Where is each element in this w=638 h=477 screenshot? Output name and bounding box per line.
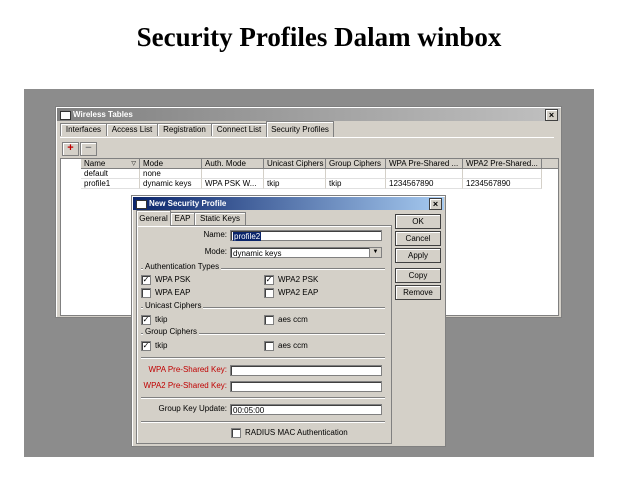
- column-header-wpa-psk[interactable]: WPA Pre-Shared ...: [386, 159, 463, 169]
- close-icon[interactable]: ×: [545, 109, 558, 121]
- tab-security-profiles[interactable]: Security Profiles: [266, 121, 334, 137]
- column-header-auth-mode[interactable]: Auth. Mode: [202, 159, 264, 169]
- group-tkip-checkbox[interactable]: ✓: [141, 341, 151, 351]
- cell-wpa2-psk: [463, 169, 542, 179]
- cell-group: [326, 169, 386, 179]
- cell-wpa-psk: [386, 169, 463, 179]
- radius-mac-checkbox[interactable]: [231, 428, 241, 438]
- dialog-title: New Security Profile: [149, 199, 227, 208]
- wpa2-psk-label: WPA2 PSK: [278, 275, 319, 284]
- tab-static-keys[interactable]: Static Keys: [194, 212, 246, 225]
- cell-unicast: [264, 169, 326, 179]
- unicast-aes-label: aes ccm: [278, 315, 308, 324]
- window-icon: [60, 111, 71, 120]
- cell-auth-mode: WPA PSK W...: [202, 179, 264, 189]
- remove-button[interactable]: −: [80, 142, 97, 156]
- column-header-name[interactable]: Name ▽: [81, 159, 140, 169]
- group-ciphers-title: Group Ciphers: [143, 327, 200, 336]
- wpa2-eap-label: WPA2 EAP: [278, 288, 319, 297]
- wpa2-eap-checkbox[interactable]: [264, 288, 274, 298]
- window-title: Wireless Tables: [73, 110, 133, 119]
- wpa-psk-checkbox[interactable]: ✓: [141, 275, 151, 285]
- group-key-update-label: Group Key Update:: [158, 404, 227, 413]
- group-key-update-field[interactable]: 00:05:00: [230, 404, 382, 415]
- add-button[interactable]: +: [62, 142, 79, 156]
- tab-access-list[interactable]: Access List: [106, 123, 158, 136]
- tab-connect-list[interactable]: Connect List: [211, 123, 267, 136]
- wpa2-key-field[interactable]: [230, 381, 382, 392]
- general-panel: Name: profile2 Mode: dynamic keys ▼ Auth…: [136, 225, 392, 444]
- wpa-psk-label: WPA PSK: [155, 275, 191, 284]
- unicast-tkip-label: tkip: [155, 315, 168, 324]
- mode-select[interactable]: dynamic keys ▼: [230, 247, 382, 258]
- cancel-button[interactable]: Cancel: [395, 231, 441, 246]
- column-header-spacer: [542, 159, 558, 169]
- group-tkip-label: tkip: [155, 341, 168, 350]
- cell-name: default: [81, 169, 140, 179]
- name-value: profile2: [233, 232, 262, 241]
- auth-types-title: Authentication Types: [143, 262, 222, 271]
- tab-general[interactable]: General: [136, 210, 171, 226]
- new-security-profile-dialog: New Security Profile × General EAP Stati…: [131, 195, 446, 447]
- remove-button[interactable]: Remove: [395, 285, 441, 300]
- copy-button[interactable]: Copy: [395, 268, 441, 283]
- wpa-key-label: WPA Pre-Shared Key:: [148, 365, 227, 374]
- cell-mode: none: [140, 169, 202, 179]
- column-header-wpa2-psk[interactable]: WPA2 Pre-Shared...: [463, 159, 542, 169]
- tab-divider: [60, 137, 554, 138]
- group-aes-checkbox[interactable]: [264, 341, 274, 351]
- cell-group: tkip: [326, 179, 386, 189]
- cell-wpa2-psk: 1234567890: [463, 179, 542, 189]
- wpa-eap-label: WPA EAP: [155, 288, 191, 297]
- wpa-eap-checkbox[interactable]: [141, 288, 151, 298]
- name-field[interactable]: profile2: [230, 230, 382, 241]
- ok-button[interactable]: OK: [395, 214, 441, 229]
- cell-name: profile1: [81, 179, 140, 189]
- column-header-unicast-ciphers[interactable]: Unicast Ciphers: [264, 159, 326, 169]
- cell-wpa-psk: 1234567890: [386, 179, 463, 189]
- column-header-group-ciphers[interactable]: Group Ciphers: [326, 159, 386, 169]
- unicast-aes-checkbox[interactable]: [264, 315, 274, 325]
- gku-divider: [141, 397, 385, 398]
- tab-registration[interactable]: Registration: [157, 123, 212, 136]
- wpa2-psk-checkbox[interactable]: ✓: [264, 275, 274, 285]
- radius-mac-label: RADIUS MAC Authentication: [245, 428, 348, 437]
- mode-value: dynamic keys: [233, 249, 282, 258]
- close-icon[interactable]: ×: [429, 198, 442, 210]
- desktop-area: Wireless Tables × Interfaces Access List…: [24, 89, 594, 457]
- tab-eap[interactable]: EAP: [170, 212, 195, 225]
- mode-label: Mode:: [204, 247, 227, 256]
- column-header-mode[interactable]: Mode: [140, 159, 202, 169]
- slide-title: Security Profiles Dalam winbox: [136, 22, 502, 52]
- wireless-tables-titlebar[interactable]: Wireless Tables ×: [57, 108, 560, 121]
- group-aes-label: aes ccm: [278, 341, 308, 350]
- cell-auth-mode: [202, 169, 264, 179]
- keys-divider: [141, 357, 385, 358]
- wpa2-key-label: WPA2 Pre-Shared Key:: [143, 381, 227, 390]
- unicast-tkip-checkbox[interactable]: ✓: [141, 315, 151, 325]
- unicast-title: Unicast Ciphers: [143, 301, 204, 310]
- window-icon: [136, 200, 147, 209]
- cell-unicast: tkip: [264, 179, 326, 189]
- table-row[interactable]: default none: [61, 169, 558, 179]
- apply-button[interactable]: Apply: [395, 248, 441, 263]
- chevron-down-icon[interactable]: ▼: [369, 248, 381, 257]
- cell-mode: dynamic keys: [140, 179, 202, 189]
- table-row[interactable]: profile1 dynamic keys WPA PSK W... tkip …: [61, 179, 558, 189]
- wpa-key-field[interactable]: [230, 365, 382, 376]
- dialog-titlebar[interactable]: New Security Profile ×: [133, 197, 444, 210]
- sort-arrow-icon: ▽: [131, 161, 136, 167]
- tab-interfaces[interactable]: Interfaces: [60, 123, 107, 136]
- name-label: Name:: [203, 230, 227, 239]
- radius-divider: [141, 421, 385, 422]
